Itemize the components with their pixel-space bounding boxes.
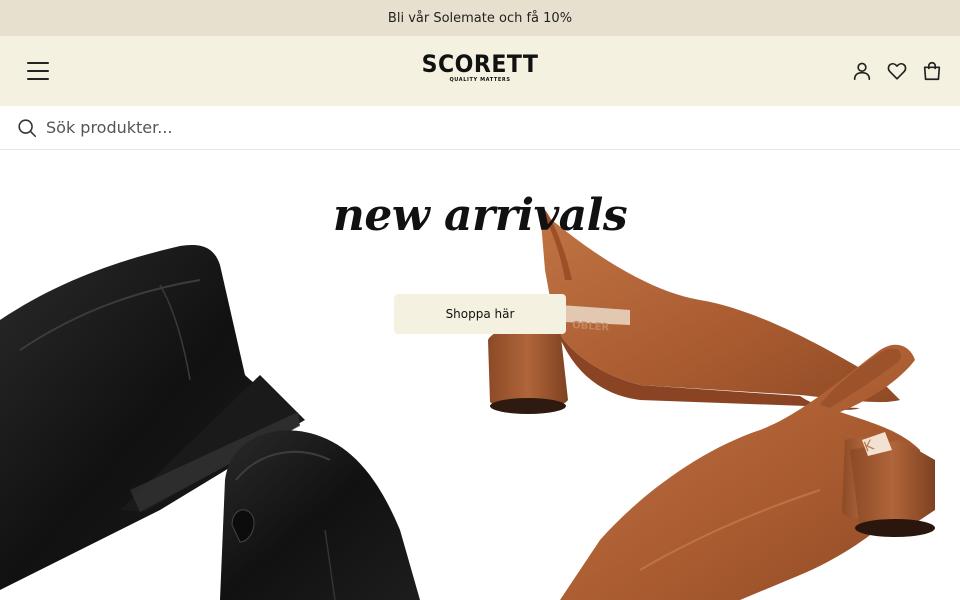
site-header: SCORETT QUALITY MATTERS [0, 36, 960, 106]
logo[interactable]: SCORETT QUALITY MATTERS [417, 52, 544, 83]
heart-icon[interactable] [885, 59, 909, 83]
hero-banner[interactable]: OBLER K new arrivals Shoppa här [0, 150, 960, 600]
menu-icon[interactable] [26, 59, 50, 83]
promo-bar[interactable]: Bli vår Solemate och få 10% [0, 0, 960, 36]
header-actions [850, 59, 944, 83]
search-input[interactable] [46, 118, 646, 137]
logo-text: SCORETT [421, 50, 539, 78]
hero-title: new arrivals [332, 190, 628, 241]
promo-text[interactable]: Bli vår Solemate och få 10% [388, 11, 572, 26]
bag-icon[interactable] [920, 59, 944, 83]
user-icon[interactable] [850, 59, 874, 83]
search-icon[interactable] [16, 117, 38, 139]
search-bar [0, 106, 960, 150]
shop-now-button[interactable]: Shoppa här [394, 294, 566, 334]
